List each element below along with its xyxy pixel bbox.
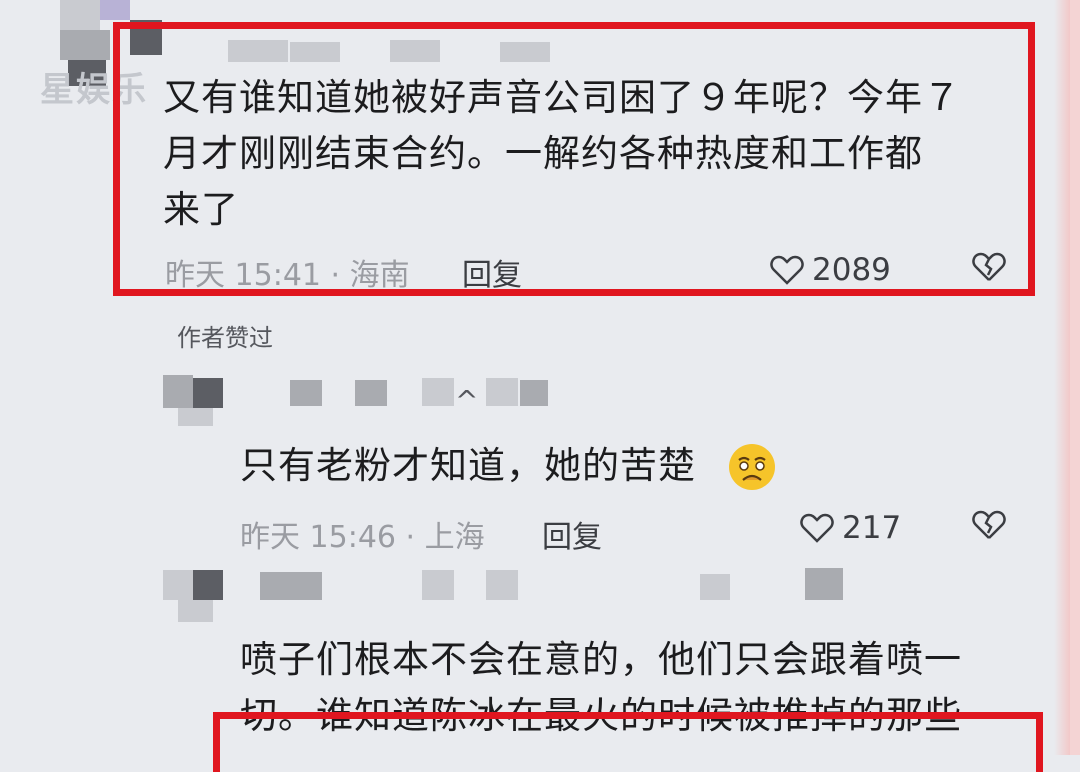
reply-button[interactable]: 回复 [462, 250, 522, 294]
pixel-blur [486, 570, 518, 600]
comment-timestamp: 昨天 15:46 · 上海 [240, 520, 485, 555]
author-liked-badge: 作者赞过 [177, 324, 273, 352]
like-count: 217 [842, 510, 902, 546]
pixel-blur [700, 574, 730, 600]
comment-text: 只有老粉才知道，她的苦楚 [240, 444, 696, 487]
pixel-blur [163, 570, 193, 600]
comment-text-line: 又有谁知道她被好声音公司困了９年呢？今年７ [163, 76, 961, 119]
comment-text-line: 喷子们根本不会在意的，他们只会跟着喷一 [240, 638, 962, 681]
pixel-blur [486, 378, 518, 406]
heart-outline-icon [770, 255, 804, 285]
pixel-blur [163, 375, 193, 408]
pixel-blur [290, 380, 322, 406]
like-count: 2089 [812, 252, 891, 288]
pixel-blur [60, 30, 110, 60]
comment-text-line: 来了 [163, 188, 239, 231]
dislike-button[interactable] [972, 510, 1006, 544]
reply-arrow-icon: ^ [455, 384, 479, 417]
pixel-blur [422, 378, 454, 406]
broken-heart-icon [972, 510, 1006, 539]
pixel-blur [422, 570, 454, 600]
pixel-blur [100, 0, 130, 20]
right-edge [1054, 0, 1080, 755]
pixel-blur [355, 380, 387, 406]
pixel-blur [260, 572, 322, 600]
comment-text-line: 月才刚刚结束合约。一解约各种热度和工作都 [163, 132, 923, 175]
pixel-blur [193, 378, 223, 408]
pixel-blur [178, 600, 213, 622]
pixel-blur [193, 570, 223, 600]
dislike-button[interactable] [972, 252, 1006, 286]
like-button[interactable]: 217 [800, 510, 901, 546]
reply-button[interactable]: 回复 [542, 512, 602, 556]
pixel-blur [805, 568, 843, 600]
crying-emoji-icon [729, 444, 775, 490]
like-button[interactable]: 2089 [770, 252, 891, 288]
pixel-blur [520, 380, 548, 406]
heart-outline-icon [800, 513, 834, 543]
comment-timestamp: 昨天 15:41 · 海南 [165, 258, 410, 293]
highlight-box [213, 712, 1043, 772]
pixel-blur [60, 0, 100, 30]
broken-heart-icon [972, 252, 1006, 281]
pixel-blur [178, 408, 213, 426]
